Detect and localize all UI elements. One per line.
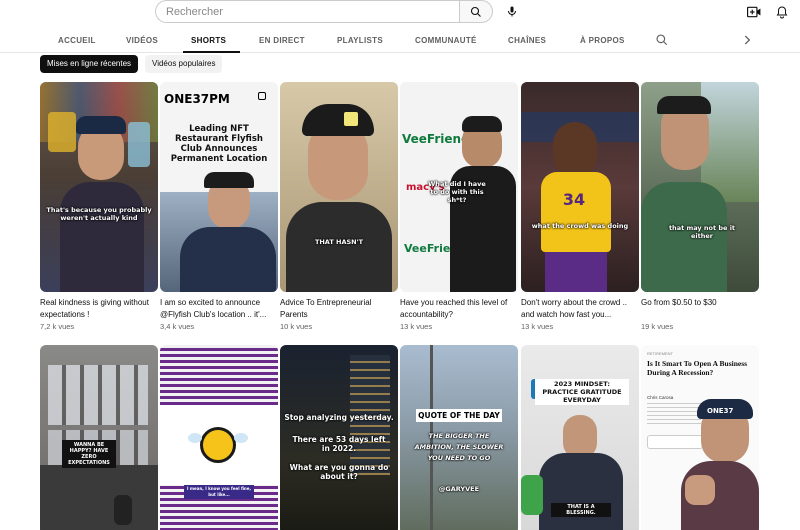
short-title[interactable]: Go from $0.50 to $30	[641, 297, 759, 309]
short-thumbnail[interactable]: Stop analyzing yesterday. There are 53 d…	[280, 345, 398, 530]
video-overlay-text: what the crowd was doing	[531, 222, 629, 230]
masthead: Rechercher	[0, 0, 800, 28]
tab-shorts[interactable]: SHORTS	[191, 36, 226, 45]
short-title[interactable]: Don't worry about the crowd .. and watch…	[521, 297, 639, 321]
video-overlay-text: that may not be it either	[668, 224, 736, 240]
create-video-icon	[747, 6, 761, 18]
video-overlay-text: That's because you probably weren't actu…	[46, 206, 152, 222]
create-button[interactable]	[745, 3, 763, 21]
overlay-line-2: There are 53 days left in 2022.	[292, 435, 386, 453]
short-thumbnail[interactable]: 2023 MINDSET: PRACTICE GRATITUDE EVERYDA…	[521, 345, 639, 530]
video-overlay-text: What did I have to do with this sh*t?	[428, 180, 486, 204]
author-handle: @GARYVEE	[438, 485, 480, 493]
tab-playlists[interactable]: PLAYLISTS	[337, 36, 383, 45]
one37pm-logo: ONE37PM	[164, 92, 230, 106]
shop-sign: WANNA BE HAPPY? HAVE ZERO EXPECTATIONS	[62, 440, 116, 468]
tab-accueil[interactable]: ACCUEIL	[58, 36, 96, 45]
short-thumbnail[interactable]: QUOTE OF THE DAY THE BIGGER THE AMBITION…	[400, 345, 518, 530]
quote-label: QUOTE OF THE DAY	[416, 409, 502, 422]
short-title[interactable]: Have you reached this level of accountab…	[400, 297, 518, 321]
search-input[interactable]: Rechercher	[155, 0, 460, 23]
video-caption: I mean, I know you feel fine, but like..…	[184, 485, 254, 499]
short-thumbnail[interactable]: WANNA BE HAPPY? HAVE ZERO EXPECTATIONS	[40, 345, 158, 530]
search-button[interactable]	[459, 0, 493, 23]
bottom-caption: THAT IS A BLESSING.	[551, 503, 611, 517]
short-thumbnail[interactable]: that may not be it either	[641, 82, 759, 292]
chip-popular[interactable]: Vidéos populaires	[145, 55, 223, 73]
microphone-icon	[508, 6, 516, 17]
short-thumbnail[interactable]: I mean, I know you feel fine, but like..…	[160, 345, 278, 530]
search-icon	[470, 6, 481, 17]
article-headline: Is It Smart To Open A Business During A …	[647, 359, 748, 377]
short-thumbnail[interactable]: 34 what the crowd was doing	[521, 82, 639, 292]
short-thumbnail[interactable]: RETIREMENT Is It Smart To Open A Busines…	[641, 345, 759, 530]
overlay-line-1: Stop analyzing yesterday.	[284, 413, 394, 422]
mindset-headline: 2023 MINDSET: PRACTICE GRATITUDE EVERYDA…	[535, 379, 629, 405]
tab-a-propos[interactable]: À PROPOS	[580, 36, 625, 45]
chip-recent-uploads[interactable]: Mises en ligne récentes	[40, 55, 139, 73]
short-thumbnail[interactable]: VeeFriends macy's VeeFriends What did I …	[400, 82, 518, 292]
short-title[interactable]: Advice To Entrepreneurial Parents	[280, 297, 398, 321]
cap-logo: ONE37	[707, 407, 734, 415]
tab-communaute[interactable]: COMMUNAUTÉ	[415, 36, 477, 45]
jersey-number: 34	[562, 190, 586, 209]
short-thumbnail[interactable]: THAT HASN'T	[280, 82, 398, 292]
instagram-icon	[258, 92, 266, 100]
video-overlay-text: THAT HASN'T	[314, 238, 364, 246]
tab-videos[interactable]: VIDÉOS	[126, 36, 158, 45]
article-kicker: RETIREMENT	[647, 351, 673, 356]
view-count: 13 k vues	[521, 322, 554, 331]
tab-en-direct[interactable]: EN DIRECT	[259, 36, 305, 45]
tab-chaines[interactable]: CHAÎNES	[508, 36, 546, 45]
overlay-line-3: What are you gonna do about it?	[289, 463, 389, 481]
article-author: Chris Carosa	[647, 395, 674, 400]
short-title[interactable]: Real kindness is giving without expectat…	[40, 297, 158, 321]
view-count: 19 k vues	[641, 322, 674, 331]
view-count: 10 k vues	[280, 322, 313, 331]
view-count: 3,4 k vues	[160, 322, 195, 331]
quote-text: THE BIGGER THE AMBITION, THE SLOWER YOU …	[414, 432, 504, 462]
notifications-button[interactable]	[773, 3, 791, 21]
short-title[interactable]: I am so excited to announce @Flyfish Clu…	[160, 297, 278, 321]
channel-tabs: ACCUEIL VIDÉOS SHORTS EN DIRECT PLAYLIST…	[0, 28, 800, 53]
voice-search-button[interactable]	[501, 0, 523, 23]
headline-text: Leading NFT Restaurant Flyfish Club Anno…	[170, 124, 268, 164]
short-thumbnail[interactable]: That's because you probably weren't actu…	[40, 82, 158, 292]
short-thumbnail[interactable]: ONE37PM Leading NFT Restaurant Flyfish C…	[160, 82, 278, 292]
channel-search-icon[interactable]	[655, 33, 669, 47]
view-count: 7,2 k vues	[40, 322, 75, 331]
chevron-right-icon[interactable]	[740, 33, 754, 47]
active-tab-indicator	[183, 51, 240, 53]
view-count: 13 k vues	[400, 322, 433, 331]
bell-icon	[776, 6, 788, 19]
